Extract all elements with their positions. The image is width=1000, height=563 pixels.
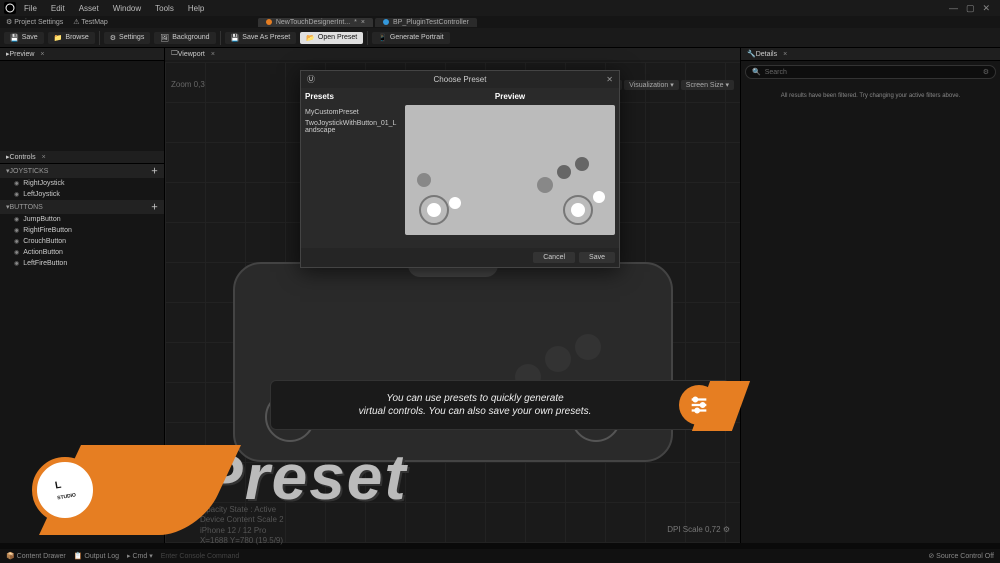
- details-search[interactable]: 🔍 Search⚙: [745, 65, 996, 79]
- menu-tools[interactable]: Tools: [149, 2, 180, 15]
- phone-mockup: [233, 262, 673, 462]
- project-settings-link[interactable]: ⚙ Project Settings: [6, 18, 63, 26]
- vp-screensize-dropdown[interactable]: Screen Size ▾: [681, 80, 734, 90]
- presets-list: Presets MyCustomPreset TwoJoystickWithBu…: [301, 88, 401, 248]
- doctab-plugintest[interactable]: BP_PluginTestController: [375, 18, 477, 27]
- divider: [99, 31, 100, 45]
- choose-preset-modal: Ⓤ Choose Preset ✕ Presets MyCustomPreset…: [300, 70, 620, 268]
- list-item[interactable]: RightFireButton: [0, 225, 164, 236]
- background-button[interactable]: 🖼 Background: [154, 32, 215, 44]
- dot-icon: [383, 19, 389, 25]
- generate-portrait-button[interactable]: 📱 Generate Portrait: [372, 32, 449, 44]
- toolbar: 💾 Save 📁 Browse ⚙ Settings 🖼 Background …: [0, 28, 1000, 48]
- joysticks-header: ▾ JOYSTICKS＋: [0, 164, 164, 178]
- info-banner: You can use presets to quickly generate …: [270, 380, 730, 430]
- save-as-preset-button[interactable]: 💾 Save As Preset: [225, 32, 297, 44]
- list-item[interactable]: LeftJoystick: [0, 189, 164, 200]
- modal-footer: Cancel Save: [301, 248, 619, 267]
- add-icon[interactable]: ＋: [151, 166, 158, 176]
- close-icon[interactable]: ×: [40, 51, 44, 58]
- cancel-button[interactable]: Cancel: [533, 252, 575, 263]
- open-preset-button[interactable]: 📂 Open Preset: [300, 32, 363, 44]
- ue-logo-icon: [4, 2, 16, 14]
- phone-button[interactable]: [575, 334, 601, 360]
- close-icon[interactable]: ×: [783, 51, 787, 58]
- preview-panel-body: [0, 61, 164, 151]
- list-item[interactable]: LeftFireButton: [0, 258, 164, 269]
- document-tabs: NewTouchDesignerInt...*× BP_PluginTestCo…: [258, 18, 477, 27]
- cmd-dropdown[interactable]: ▸ Cmd ▾: [127, 552, 153, 560]
- menu-asset[interactable]: Asset: [73, 2, 105, 15]
- preview-canvas: [405, 105, 615, 235]
- divider: [220, 31, 221, 45]
- list-item[interactable]: JumpButton: [0, 214, 164, 225]
- vp-visualization-dropdown[interactable]: Visualization ▾: [624, 80, 679, 90]
- save-button[interactable]: 💾 Save: [4, 32, 44, 44]
- phone-button[interactable]: [545, 346, 571, 372]
- menu-edit[interactable]: Edit: [45, 2, 71, 15]
- list-item[interactable]: CrouchButton: [0, 236, 164, 247]
- divider: [367, 31, 368, 45]
- maximize-icon[interactable]: ▢: [966, 3, 975, 14]
- secondary-bar: ⚙ Project Settings ⚠ TestMap NewTouchDes…: [0, 16, 1000, 28]
- status-bar: 📦 Content Drawer 📋 Output Log ▸ Cmd ▾ En…: [0, 549, 1000, 563]
- close-icon[interactable]: ×: [361, 19, 365, 26]
- source-control-status[interactable]: ⊘ Source Control Off: [928, 552, 994, 560]
- modal-close-icon[interactable]: ✕: [606, 75, 613, 84]
- menu-help[interactable]: Help: [182, 2, 210, 15]
- list-item[interactable]: ActionButton: [0, 247, 164, 258]
- preview-header: Preview: [405, 92, 615, 101]
- preset-item[interactable]: MyCustomPreset: [305, 107, 397, 118]
- ue-logo-icon: Ⓤ: [307, 74, 315, 85]
- settings-button[interactable]: ⚙ Settings: [104, 32, 151, 44]
- sliders-icon: [679, 385, 719, 425]
- banner-text: You can use presets to quickly generate …: [281, 392, 669, 418]
- browse-button[interactable]: 📁 Browse: [48, 32, 95, 44]
- close-icon[interactable]: ×: [42, 154, 46, 161]
- modal-titlebar: Ⓤ Choose Preset ✕: [301, 71, 619, 88]
- doctab-touchdesigner[interactable]: NewTouchDesignerInt...*×: [258, 18, 373, 27]
- preview-panel-tab[interactable]: ▸ Preview×: [0, 48, 164, 61]
- zoom-label: Zoom 0,3: [171, 80, 205, 89]
- menubar: File Edit Asset Window Tools Help — ▢ ✕: [0, 0, 1000, 16]
- dpi-scale: DPI Scale 0,72 ⚙: [667, 525, 730, 534]
- preset-preview: Preview: [401, 88, 619, 248]
- window-controls: — ▢ ✕: [949, 3, 996, 14]
- menu-file[interactable]: File: [18, 2, 43, 15]
- controls-panel-body: ▾ JOYSTICKS＋ RightJoystick LeftJoystick …: [0, 164, 164, 269]
- close-icon[interactable]: ✕: [982, 3, 990, 14]
- save-button[interactable]: Save: [579, 252, 615, 263]
- content-drawer-button[interactable]: 📦 Content Drawer: [6, 552, 66, 560]
- buttons-header: ▾ BUTTONS＋: [0, 200, 164, 214]
- preset-item[interactable]: TwoJoystickWithButton_01_Landscape: [305, 118, 397, 136]
- studio-logo: LSTUDIO: [20, 445, 110, 535]
- controls-panel-tab[interactable]: ▸ Controls×: [0, 151, 164, 164]
- details-panel-tab[interactable]: 🔧 Details×: [741, 48, 1000, 61]
- viewport-tab[interactable]: 🖵 Viewport×: [165, 48, 740, 60]
- close-icon[interactable]: ×: [211, 51, 215, 58]
- details-empty-msg: All results have been filtered. Try chan…: [741, 83, 1000, 109]
- add-icon[interactable]: ＋: [151, 202, 158, 212]
- minimize-icon[interactable]: —: [949, 3, 958, 14]
- cmd-input[interactable]: Enter Console Command: [161, 553, 240, 560]
- presets-header: Presets: [305, 92, 397, 101]
- menu-window[interactable]: Window: [107, 2, 147, 15]
- list-item[interactable]: RightJoystick: [0, 178, 164, 189]
- output-log-button[interactable]: 📋 Output Log: [74, 552, 119, 560]
- testmap-link[interactable]: ⚠ TestMap: [73, 18, 108, 26]
- dot-icon: [266, 19, 272, 25]
- right-column: 🔧 Details× 🔍 Search⚙ All results have be…: [740, 48, 1000, 543]
